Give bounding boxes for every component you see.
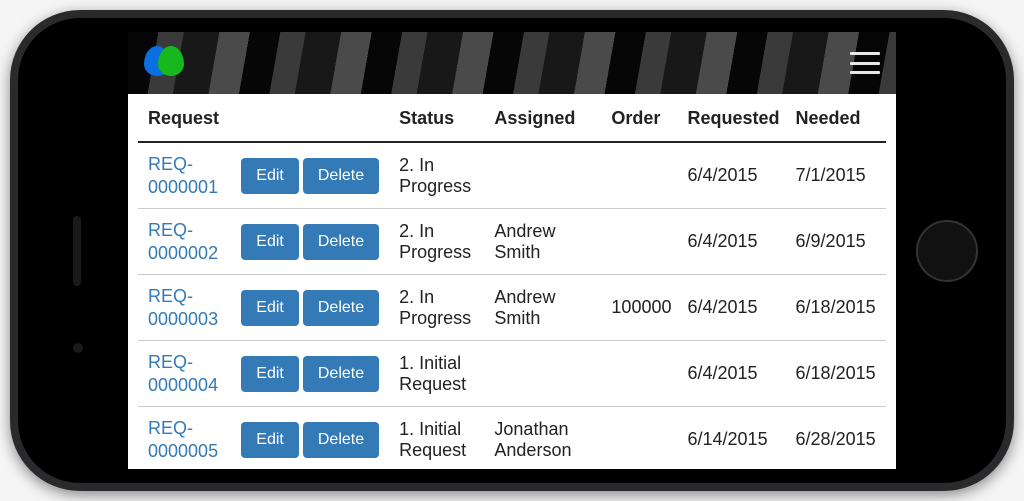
- cell-needed: 6/28/2015: [788, 407, 886, 470]
- home-button[interactable]: [916, 220, 978, 282]
- phone-camera: [73, 343, 83, 353]
- edit-button[interactable]: Edit: [241, 290, 299, 326]
- cell-order: 100000: [603, 275, 679, 341]
- col-needed: Needed: [788, 94, 886, 142]
- table-row: REQ-0000005 EditDelete 1. Initial Reques…: [138, 407, 886, 470]
- phone-speaker: [73, 216, 81, 286]
- delete-button[interactable]: Delete: [303, 422, 379, 458]
- cell-needed: 7/1/2015: [788, 142, 886, 209]
- cell-order: [603, 142, 679, 209]
- col-status: Status: [391, 94, 486, 142]
- delete-button[interactable]: Delete: [303, 290, 379, 326]
- header-bar: [128, 32, 896, 94]
- table-body: REQ-0000001 EditDelete 2. In Progress 6/…: [138, 142, 886, 469]
- hamburger-icon[interactable]: [850, 52, 880, 74]
- delete-button[interactable]: Delete: [303, 224, 379, 260]
- table-row: REQ-0000004 EditDelete 1. Initial Reques…: [138, 341, 886, 407]
- content-area: Request Status Assigned Order Requested …: [128, 94, 896, 469]
- app-screen: Request Status Assigned Order Requested …: [128, 32, 896, 469]
- delete-button[interactable]: Delete: [303, 158, 379, 194]
- cell-requested: 6/4/2015: [680, 341, 788, 407]
- phone-inner: Request Status Assigned Order Requested …: [18, 18, 1006, 483]
- table-row: REQ-0000002 EditDelete 2. In Progress An…: [138, 209, 886, 275]
- edit-button[interactable]: Edit: [241, 224, 299, 260]
- table-row: REQ-0000003 EditDelete 2. In Progress An…: [138, 275, 886, 341]
- cell-requested: 6/14/2015: [680, 407, 788, 470]
- cell-requested: 6/4/2015: [680, 142, 788, 209]
- phone-frame: Request Status Assigned Order Requested …: [10, 10, 1014, 491]
- cell-status: 2. In Progress: [391, 209, 486, 275]
- request-link[interactable]: REQ-0000004: [148, 351, 225, 396]
- cell-needed: 6/18/2015: [788, 341, 886, 407]
- edit-button[interactable]: Edit: [241, 356, 299, 392]
- cell-requested: 6/4/2015: [680, 209, 788, 275]
- cell-status: 1. Initial Request: [391, 341, 486, 407]
- request-link[interactable]: REQ-0000005: [148, 417, 225, 462]
- edit-button[interactable]: Edit: [241, 422, 299, 458]
- cell-status: 2. In Progress: [391, 275, 486, 341]
- delete-button[interactable]: Delete: [303, 356, 379, 392]
- request-link[interactable]: REQ-0000003: [148, 285, 225, 330]
- cell-assigned: Andrew Smith: [486, 275, 603, 341]
- col-order: Order: [603, 94, 679, 142]
- cell-needed: 6/18/2015: [788, 275, 886, 341]
- requests-table: Request Status Assigned Order Requested …: [138, 94, 886, 469]
- request-link[interactable]: REQ-0000001: [148, 153, 225, 198]
- cell-needed: 6/9/2015: [788, 209, 886, 275]
- table-row: REQ-0000001 EditDelete 2. In Progress 6/…: [138, 142, 886, 209]
- cell-order: [603, 341, 679, 407]
- cell-requested: 6/4/2015: [680, 275, 788, 341]
- col-request: Request: [138, 94, 391, 142]
- app-logo[interactable]: [144, 46, 184, 80]
- cell-order: [603, 407, 679, 470]
- cell-assigned: [486, 341, 603, 407]
- cell-order: [603, 209, 679, 275]
- cell-assigned: Jonathan Anderson: [486, 407, 603, 470]
- cell-assigned: Andrew Smith: [486, 209, 603, 275]
- edit-button[interactable]: Edit: [241, 158, 299, 194]
- col-requested: Requested: [680, 94, 788, 142]
- table-header-row: Request Status Assigned Order Requested …: [138, 94, 886, 142]
- logo-blob-green: [158, 46, 184, 76]
- request-link[interactable]: REQ-0000002: [148, 219, 225, 264]
- cell-status: 1. Initial Request: [391, 407, 486, 470]
- cell-assigned: [486, 142, 603, 209]
- cell-status: 2. In Progress: [391, 142, 486, 209]
- col-assigned: Assigned: [486, 94, 603, 142]
